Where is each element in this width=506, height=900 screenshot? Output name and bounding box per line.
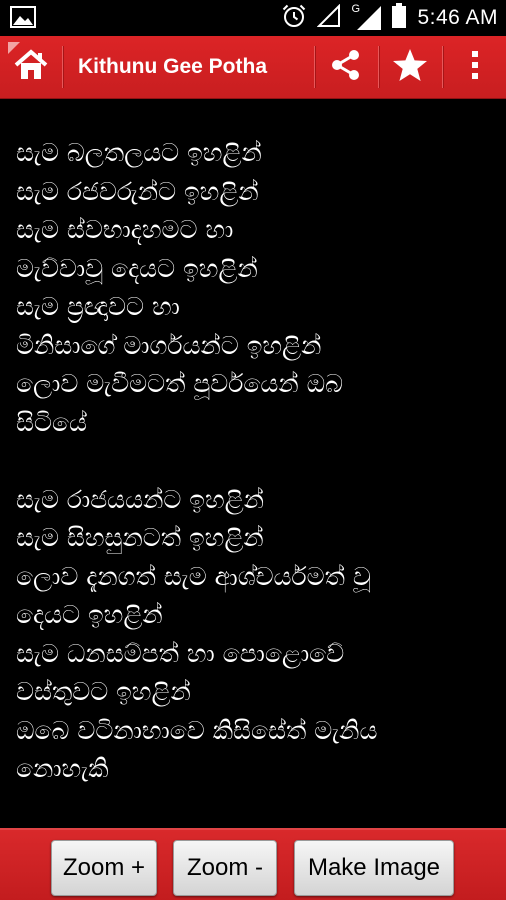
lyric-line: ලොව දැනගත් සැම ආශ්චර්යමත් වූ [16, 561, 371, 591]
gallery-icon [10, 6, 36, 28]
favorite-button[interactable] [379, 36, 441, 98]
app-screen: G 5:46 AM Kithunu Gee Potha සැම බලතලයට ඉ… [0, 0, 506, 900]
lyric-line: ලොව මැවීමටත් පූර්වයෙන් ඔබ [16, 369, 344, 398]
lyrics-text: සැම බලතලයට ඉහළින් සැම රජවරුන්ට ඉහළින් සැ… [16, 134, 496, 789]
lyric-line: සැම බලතලයට ඉහළින් [16, 138, 262, 167]
signal-icon: G [351, 3, 382, 30]
home-button[interactable] [0, 36, 62, 98]
status-bar: G 5:46 AM [0, 0, 506, 36]
make-image-button[interactable]: Make Image [294, 840, 454, 896]
zoom-in-button[interactable]: Zoom + [51, 840, 157, 896]
share-icon [329, 48, 363, 86]
lyric-line: සැම රාජයයන්ට ඉහළින් [16, 484, 264, 514]
lyric-line: දෙයට ඉහළින් [16, 600, 163, 629]
status-icons: G 5:46 AM [281, 0, 498, 36]
action-bar-divider [62, 46, 63, 88]
stanza-gap [16, 442, 496, 481]
zoom-out-button[interactable]: Zoom - [173, 840, 277, 896]
star-icon [392, 48, 428, 86]
status-time: 5:46 AM [417, 6, 498, 29]
share-button[interactable] [315, 36, 377, 98]
lyric-line: සැම සිහසුනටත් ඉහළින් [16, 523, 264, 552]
wifi-icon [317, 3, 341, 32]
lyric-line: මිනිසාගේ මාර්ගයන්ට ඉහළින් [16, 330, 322, 360]
app-title: Kithunu Gee Potha [78, 55, 267, 78]
lyric-line: නොහැකි [16, 754, 109, 783]
stanza: සැම රාජයයන්ට ඉහළින් සැම සිහසුනටත් ඉහළින්… [16, 481, 496, 789]
overflow-menu-icon [470, 49, 480, 85]
home-icon [13, 49, 49, 85]
alarm-icon [281, 3, 307, 33]
lyric-line: සැම ධනසම්පත් හා පොළොවේ [16, 638, 345, 668]
lyric-line: ඔබෙ වටිනාභාවෙ කිසිසේත් මැනිය [16, 715, 378, 745]
stanza: සැම බලතලයට ඉහළින් සැම රජවරුන්ට ඉහළින් සැ… [16, 134, 496, 442]
lyric-line: සැම ස්වභාදහමට හා [16, 215, 234, 244]
action-bar-divider [442, 46, 443, 88]
overflow-menu-button[interactable] [444, 36, 506, 98]
lyric-line: සැම ප්‍රඥාවට හා [16, 292, 180, 321]
battery-icon [391, 3, 407, 33]
bottom-toolbar: Zoom + Zoom - Make Image [0, 828, 506, 900]
lyric-line: සිටියේ [16, 407, 87, 437]
lyric-line: වස්තුවට ඉහළින් [16, 677, 191, 706]
lyric-line: මැව්වාවූ දෙයට ඉහළින් [16, 253, 258, 283]
action-bar: Kithunu Gee Potha [0, 36, 506, 99]
lyric-line: සැම රජවරුන්ට ඉහළින් [16, 176, 259, 206]
